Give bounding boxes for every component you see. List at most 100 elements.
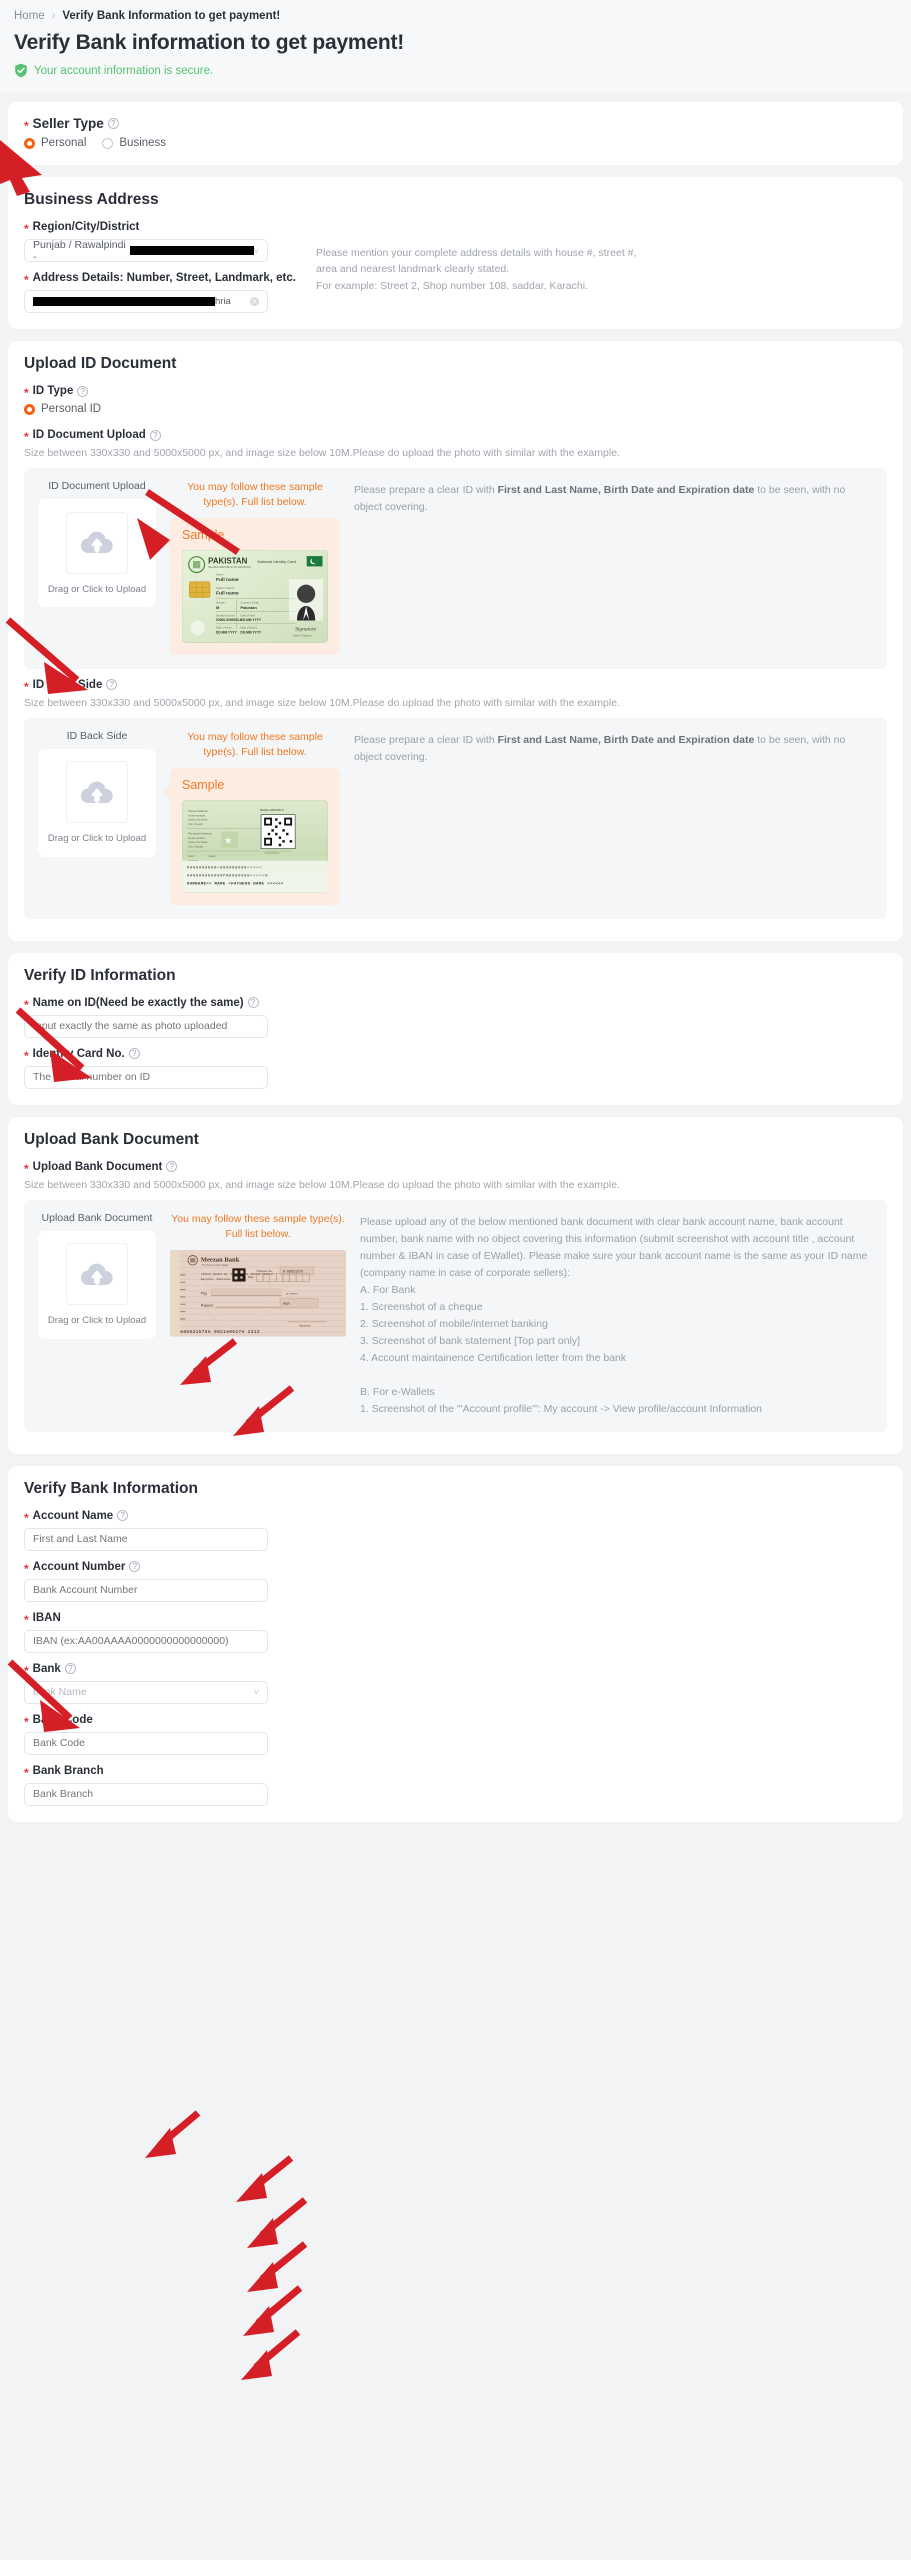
svg-text:Date: Date bbox=[248, 1275, 255, 1279]
name-on-id-input[interactable] bbox=[24, 1014, 268, 1038]
account-name-input[interactable] bbox=[24, 1527, 268, 1551]
bank-branch-input[interactable] bbox=[24, 1782, 268, 1806]
region-select[interactable]: Punjab / Rawalpindi - ˅ bbox=[24, 239, 268, 263]
bank-drop-text: Drag or Click to Upload bbox=[47, 1315, 147, 1327]
business-address-card: Business Address * Region/City/District … bbox=[8, 177, 903, 329]
secure-notice: Your account information is secure. bbox=[14, 63, 897, 78]
account-number-group: * Account Number ? bbox=[24, 1561, 887, 1602]
iban-input[interactable] bbox=[24, 1629, 268, 1653]
bank-label: * Bank ? bbox=[24, 1663, 887, 1677]
required-asterisk: * bbox=[24, 430, 29, 444]
account-number-label-text: Account Number bbox=[32, 1560, 126, 1573]
required-asterisk: * bbox=[24, 118, 29, 133]
upload-cloud-icon bbox=[80, 781, 113, 803]
help-icon[interactable]: ? bbox=[106, 679, 118, 691]
bank-code-input[interactable] bbox=[24, 1731, 268, 1755]
help-icon[interactable]: ? bbox=[64, 1663, 76, 1675]
address-field-group: * Address Details: Number, Street, Landm… bbox=[24, 272, 296, 313]
bank-upload-block: Upload Bank Document Drag or Click to Up… bbox=[24, 1199, 887, 1432]
account-number-label: * Account Number ? bbox=[24, 1560, 887, 1575]
seller-type-card: * Seller Type ? Personal Business bbox=[8, 102, 903, 165]
svg-text:00000-0000000-0: 00000-0000000-0 bbox=[216, 619, 242, 623]
help-icon[interactable]: ? bbox=[128, 1048, 140, 1060]
svg-text:City, Country: City, Country bbox=[188, 822, 204, 826]
id-back-sample-column: You may follow these sample type(s). Ful… bbox=[163, 730, 340, 905]
chevron-down-icon[interactable]: ˅ bbox=[254, 246, 259, 256]
account-name-group: * Account Name ? bbox=[24, 1510, 887, 1551]
page-header: Home › Verify Bank Information to get pa… bbox=[0, 0, 911, 92]
bank-code-label-text: Bank Code bbox=[32, 1713, 93, 1726]
svg-text:Identity Number: Identity Number bbox=[216, 614, 235, 618]
svg-text:SURNAME<< NAME <FATHERS NAME <: SURNAME<< NAME <FATHERS NAME <<<<<< bbox=[187, 882, 284, 887]
bank-select[interactable]: bank Name ˅ bbox=[24, 1680, 268, 1704]
help-icon[interactable]: ? bbox=[77, 385, 89, 397]
upload-bank-field-label: * Upload Bank Document ? bbox=[24, 1160, 887, 1176]
help-icon[interactable]: ? bbox=[247, 997, 259, 1009]
id-front-desc-bold: First and Last Name, Birth Date and Expi… bbox=[497, 484, 755, 496]
svg-text:Date of Birth: Date of Birth bbox=[240, 614, 255, 618]
radio-personal-id[interactable]: Personal ID bbox=[24, 403, 101, 415]
svg-text:PAKISTAN: PAKISTAN bbox=[208, 557, 247, 566]
chevron-down-icon[interactable]: ˅ bbox=[254, 1687, 259, 1697]
bank-branch-label-text: Bank Branch bbox=[32, 1764, 104, 1777]
identity-card-no-label: * Identity Card No. ? bbox=[24, 1048, 887, 1062]
radio-business[interactable]: Business bbox=[102, 137, 166, 149]
upload-bank-title: Upload Bank Document bbox=[24, 1130, 199, 1148]
bank-select-placeholder: bank Name bbox=[33, 1686, 87, 1699]
breadcrumb: Home › Verify Bank Information to get pa… bbox=[14, 10, 897, 22]
upload-cloud-icon bbox=[80, 531, 113, 553]
breadcrumb-separator-icon: › bbox=[51, 10, 56, 22]
radio-personal-indicator[interactable] bbox=[24, 137, 35, 149]
cheque-sample-image: Meezan Bank The Premier Islamic Bank (99… bbox=[170, 1250, 346, 1337]
help-icon[interactable]: ? bbox=[107, 118, 119, 129]
verify-id-title: Verify ID Information bbox=[24, 966, 176, 984]
svg-text:Meezan Bank: Meezan Bank bbox=[201, 1257, 240, 1264]
clear-icon[interactable]: ✕ bbox=[250, 297, 259, 306]
region-label: * Region/City/District bbox=[24, 221, 296, 235]
svg-text:Karachi- Pakistan: Karachi- Pakistan bbox=[201, 1277, 231, 1281]
id-type-label: * ID Type ? bbox=[24, 385, 887, 400]
bank-dropzone[interactable]: Drag or Click to Upload bbox=[38, 1230, 156, 1339]
address-label-text: Address Details: Number, Street, Landmar… bbox=[32, 272, 296, 284]
help-icon[interactable]: ? bbox=[117, 1510, 129, 1522]
required-asterisk: * bbox=[24, 1714, 29, 1729]
account-name-label: * Account Name ? bbox=[24, 1510, 887, 1524]
svg-text:Cheque No.: Cheque No. bbox=[257, 1269, 273, 1273]
identity-card-no-input[interactable] bbox=[24, 1065, 268, 1089]
id-back-size-hint: Size between 330x330 and 5000x5000 px, a… bbox=[24, 696, 620, 709]
radio-business-indicator[interactable] bbox=[102, 137, 114, 149]
radio-personal-id-indicator[interactable] bbox=[24, 403, 35, 415]
required-asterisk: * bbox=[24, 997, 29, 1012]
svg-text:City, Country: City, Country bbox=[188, 845, 204, 849]
id-front-desc-pre: Please prepare a clear ID with bbox=[354, 484, 498, 496]
account-number-input[interactable] bbox=[24, 1578, 268, 1602]
radio-personal[interactable]: Personal bbox=[24, 137, 86, 149]
id-front-sample-word: Sample bbox=[182, 528, 225, 543]
help-icon[interactable]: ? bbox=[166, 1161, 178, 1173]
required-asterisk: * bbox=[24, 1161, 29, 1176]
required-asterisk: * bbox=[24, 1765, 29, 1780]
upload-bank-size-hint: Size between 330x330 and 5000x5000 px, a… bbox=[24, 1178, 620, 1191]
business-address-title: Business Address bbox=[24, 191, 159, 208]
required-asterisk: * bbox=[24, 386, 29, 400]
id-front-column-title: ID Document Upload bbox=[48, 480, 146, 492]
seller-type-label: * Seller Type ? bbox=[24, 116, 887, 133]
breadcrumb-home-link[interactable]: Home bbox=[14, 10, 45, 22]
id-back-side-label-text: ID Back Side bbox=[32, 678, 103, 691]
radio-personal-id-label: Personal ID bbox=[41, 403, 102, 415]
id-back-dropzone[interactable]: Drag or Click to Upload bbox=[38, 748, 156, 857]
help-icon[interactable]: ? bbox=[129, 1561, 141, 1573]
svg-text:name of a street,: name of a street, bbox=[188, 818, 208, 822]
address-input[interactable]: hria ✕ bbox=[24, 290, 268, 313]
svg-text:Date of Expiry: Date of Expiry bbox=[240, 626, 257, 630]
required-asterisk: * bbox=[24, 1612, 29, 1627]
upload-bank-field-label-text: Upload Bank Document bbox=[32, 1160, 163, 1173]
svg-text:000000000000: 000000000000 bbox=[265, 853, 280, 855]
bank-document-description: Please upload any of the below mentioned… bbox=[360, 1215, 868, 1415]
id-front-dropzone[interactable]: Drag or Click to Upload bbox=[38, 499, 156, 607]
svg-text:ISLAMIC REPUBLIC OF PAKISTAN: ISLAMIC REPUBLIC OF PAKISTAN bbox=[208, 566, 251, 570]
id-front-upload-block: ID Document Upload Drag or Click to Uplo… bbox=[24, 468, 887, 669]
help-icon[interactable]: ? bbox=[149, 429, 161, 441]
bank-dropzone-inner bbox=[66, 1243, 128, 1306]
upload-bank-document-card: Upload Bank Document * Upload Bank Docum… bbox=[8, 1116, 903, 1454]
